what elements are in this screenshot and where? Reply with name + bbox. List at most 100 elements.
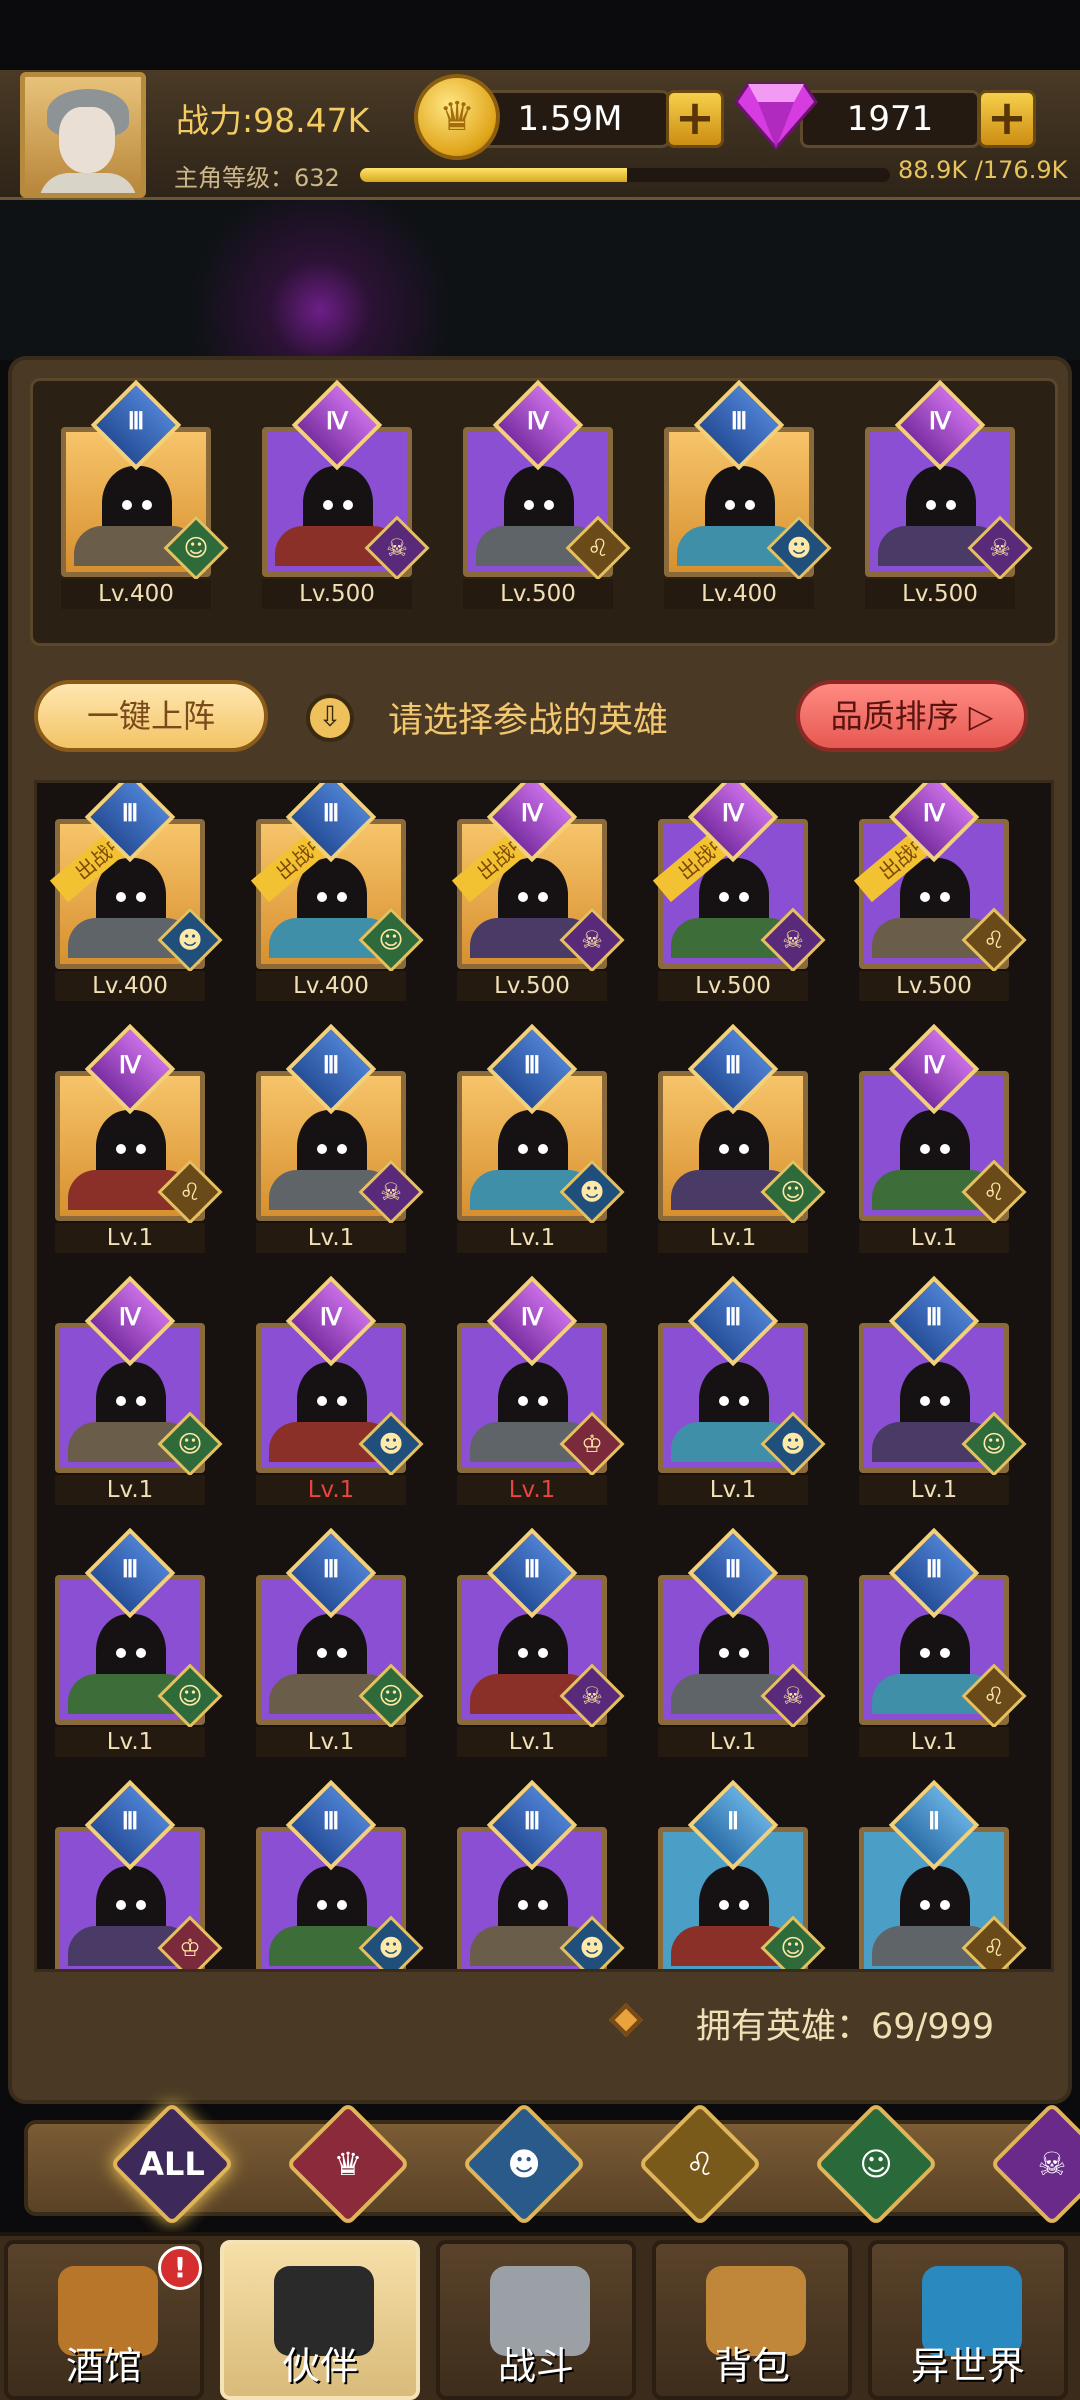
hero-eye (920, 892, 930, 902)
hero-eye (538, 1396, 548, 1406)
hero-eye (940, 892, 950, 902)
hero-eye (116, 1144, 126, 1154)
beast-glyph: ♌ (587, 534, 609, 562)
hero-level: Lv.1 (55, 1223, 205, 1253)
hero-level: Lv.1 (859, 1727, 1009, 1757)
rank-label: Ⅲ (730, 409, 748, 435)
rank-label: Ⅳ (520, 1305, 544, 1331)
download-arrow-icon: ⇩ (306, 694, 354, 742)
rank-label: Ⅲ (925, 1557, 943, 1583)
rank-label: Ⅲ (724, 1557, 742, 1583)
hero-portrait (470, 1110, 596, 1210)
hero-portrait (470, 858, 596, 958)
hero-eye (122, 500, 132, 510)
add-gems-button[interactable]: + (978, 90, 1036, 148)
nav-portal[interactable]: 异世界 (868, 2240, 1068, 2400)
auto-deploy-button[interactable]: 一键上阵 (34, 680, 268, 752)
hero-level: Lv.1 (256, 1475, 406, 1505)
add-coins-button[interactable]: + (666, 90, 724, 148)
naga-glyph: ☻ (786, 534, 812, 562)
owned-heroes-count: 拥有英雄：69/999 (696, 2007, 995, 2047)
elf-glyph: ☺ (177, 1430, 203, 1458)
hero-level: Lv.400 (55, 971, 205, 1001)
beast-glyph: ♌ (983, 1682, 1005, 1710)
hero-eye (317, 1648, 327, 1658)
beast-glyph: ♌ (983, 1934, 1005, 1962)
naga-faction-icon-label: ☻ (507, 2145, 541, 2183)
hero-level: Lv.500 (262, 579, 412, 609)
nav-label: 酒馆 (65, 2344, 142, 2388)
hero-portrait (470, 1866, 596, 1966)
hero-eye (343, 500, 353, 510)
hero-portrait (872, 1866, 998, 1966)
hero-level: Lv.500 (457, 971, 607, 1001)
hero-eye (337, 892, 347, 902)
human-glyph: ♔ (179, 1934, 201, 1962)
hero-level: Lv.1 (55, 1475, 205, 1505)
exp-bar-fill (360, 168, 627, 182)
demon-glyph: ☠ (782, 1682, 804, 1710)
hero-eye (946, 500, 956, 510)
hero-level: Lv.1 (457, 1727, 607, 1757)
hero-eye (317, 892, 327, 902)
nav-label: 伙伴 (281, 2344, 358, 2388)
rank-label: Ⅳ (721, 801, 745, 827)
hero-eye (317, 1144, 327, 1154)
hero-eye (739, 892, 749, 902)
hero-eye (739, 1648, 749, 1658)
purple-gem-icon (734, 82, 818, 150)
hero-eye (116, 1396, 126, 1406)
hero-portrait (671, 1362, 797, 1462)
hero-level: Lv.1 (658, 1475, 808, 1505)
player-avatar[interactable] (20, 72, 146, 198)
hero-portrait (269, 1866, 395, 1966)
nav-crossed-swords[interactable]: 战斗 (436, 2240, 636, 2400)
rank-label: Ⅳ (325, 409, 349, 435)
hero-portrait (671, 1866, 797, 1966)
hero-grid[interactable]: 出战中 Ⅲ ☻ Lv.400 出战中 Ⅲ ☺ Lv.400 出战中 Ⅳ ☠ Lv.500 出战中 Ⅳ ☠ Lv… (34, 780, 1054, 1972)
beast-glyph: ♌ (179, 1178, 201, 1206)
nav-backpack[interactable]: 背包 (652, 2240, 852, 2400)
hero-portrait (269, 858, 395, 958)
hero-eye (524, 500, 534, 510)
hero-eye (538, 1144, 548, 1154)
naga-glyph: ☻ (579, 1178, 605, 1206)
hero-eye (940, 1900, 950, 1910)
scene-banner (0, 200, 1080, 360)
beast-glyph: ♌ (983, 926, 1005, 954)
naga-glyph: ☻ (177, 926, 203, 954)
hero-portrait (470, 1362, 596, 1462)
notification-badge: ! (158, 2246, 202, 2290)
hero-eye (142, 500, 152, 510)
hero-eye (136, 1144, 146, 1154)
elf-glyph: ☺ (183, 534, 209, 562)
hero-eye (739, 1900, 749, 1910)
hero-level: Lv.1 (859, 1475, 1009, 1505)
elf-glyph: ☺ (981, 1430, 1007, 1458)
hero-level: Lv.500 (865, 579, 1015, 609)
hero-level: Lv.1 (256, 1223, 406, 1253)
naga-glyph: ☻ (378, 1430, 404, 1458)
avatar-body (39, 173, 137, 193)
hero-eye (940, 1648, 950, 1658)
hero-portrait (872, 1110, 998, 1210)
hero-portrait (677, 466, 803, 566)
hero-level: Lv.500 (463, 579, 613, 609)
demon-faction-icon-label: ☠ (1037, 2145, 1067, 2183)
rank-label: Ⅳ (118, 1305, 142, 1331)
hero-portrait (68, 1362, 194, 1462)
quality-sort-button[interactable]: 品质排序 ▷ (796, 680, 1028, 752)
rank-label: Ⅳ (520, 801, 544, 827)
hero-portrait (872, 1614, 998, 1714)
hero-eye (136, 892, 146, 902)
nav-partner[interactable]: 伙伴 (220, 2240, 420, 2400)
hero-eye (317, 1396, 327, 1406)
hero-eye (337, 1144, 347, 1154)
hero-portrait (872, 858, 998, 958)
human-glyph: ♔ (581, 1430, 603, 1458)
nav-label: 战斗 (497, 2344, 574, 2388)
human-faction-icon-label: ♛ (333, 2145, 363, 2183)
hero-level: Lv.400 (664, 579, 814, 609)
rank-label: Ⅲ (724, 1305, 742, 1331)
rank-label: Ⅳ (118, 1053, 142, 1079)
